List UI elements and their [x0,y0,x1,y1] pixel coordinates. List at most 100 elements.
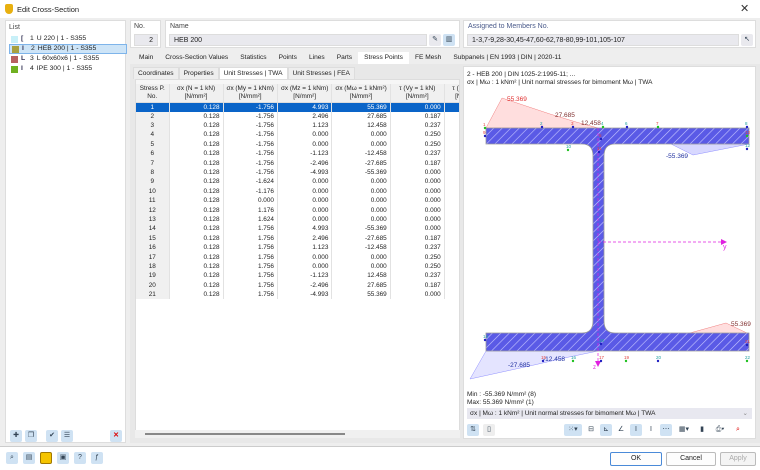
table-row[interactable]: 90.128-1.6240.0000.0000.000 [136,177,460,186]
section-icon[interactable]: ▯ [483,424,495,436]
tab-parts[interactable]: Parts [331,52,358,64]
cell[interactable]: -1.756 [223,149,277,158]
cell[interactable]: 0.128 [169,187,223,196]
principal-axes-icon[interactable]: ∠ [615,424,627,436]
stress-point-number[interactable]: 18 [136,262,169,271]
cell[interactable]: 55.369 [332,102,390,112]
stress-point-number[interactable]: 11 [136,196,169,205]
tab-lines[interactable]: Lines [303,52,331,64]
tab-points[interactable]: Points [273,52,303,64]
grid-icon[interactable]: ▦▾ [675,424,693,436]
cell[interactable] [444,168,460,177]
cell[interactable]: 0.128 [169,271,223,280]
list-item[interactable]: [1U 220 | 1 - S355 [9,34,127,44]
library-icon[interactable]: ▥ [443,34,455,46]
table-row[interactable]: 210.1281.756-4.99355.3690.000 [136,290,460,299]
assigned-members-field[interactable]: 1-3,7-9,28-30,45-47,60-62,78-80,99-101,1… [467,34,739,46]
name-field[interactable]: HEB 200 [169,34,427,46]
cell[interactable]: 0.128 [169,149,223,158]
cell[interactable] [444,205,460,214]
cell[interactable]: 27.685 [332,112,390,121]
cell[interactable] [444,177,460,186]
cell[interactable] [444,252,460,261]
cell[interactable]: 0.000 [277,205,331,214]
list-item[interactable]: I2HEB 200 | 1 - S355 [9,44,127,54]
cell[interactable] [444,140,460,149]
result-type-dropdown[interactable]: σx | Mω : 1 kNm² | Unit normal stresses … [467,408,752,419]
ok-button[interactable]: OK [610,452,662,466]
cell[interactable]: -1.624 [223,177,277,186]
stress-point-number[interactable]: 12 [136,205,169,214]
points-display-icon[interactable]: ⁙▾ [564,424,582,436]
stress-point-number[interactable]: 1 [136,102,169,112]
cell[interactable]: -2.496 [277,281,331,290]
cancel-button[interactable]: Cancel [666,452,716,466]
stress-point-number[interactable]: 7 [136,158,169,167]
cell[interactable]: 0.000 [390,168,444,177]
cell[interactable]: 0.128 [169,252,223,261]
cell[interactable]: 0.000 [277,140,331,149]
cell[interactable] [444,281,460,290]
stress-point-number[interactable]: 13 [136,215,169,224]
table-row[interactable]: 130.1281.6240.0000.0000.000 [136,215,460,224]
table-row[interactable]: 120.1281.1760.0000.0000.000 [136,205,460,214]
table-row[interactable]: 100.128-1.1760.0000.0000.000 [136,187,460,196]
cell[interactable]: -1.123 [277,149,331,158]
cell[interactable] [444,234,460,243]
table-row[interactable]: 70.128-1.756-2.496-27.6850.187 [136,158,460,167]
stress-point-number[interactable]: 6 [136,149,169,158]
tab-main[interactable]: Main [133,52,159,64]
reset-zoom-icon[interactable]: ⌕ [732,424,744,436]
cell[interactable]: 0.128 [169,290,223,299]
cell[interactable]: 0.000 [390,102,444,112]
subtab-coordinates[interactable]: Coordinates [133,67,179,79]
table-row[interactable]: 80.128-1.756-4.993-55.3690.000 [136,168,460,177]
cell[interactable]: -12.458 [332,149,390,158]
cell[interactable]: 0.000 [390,187,444,196]
stress-point-number[interactable]: 21 [136,290,169,299]
cell[interactable] [444,102,460,112]
table-row[interactable]: 10.128-1.7564.99355.3690.000 [136,102,460,112]
cell[interactable]: 1.624 [223,215,277,224]
cell[interactable]: 0.000 [332,177,390,186]
axes-icon[interactable]: ⊾ [600,424,612,436]
cell[interactable]: 0.237 [390,271,444,280]
delete-icon[interactable]: ✕ [110,430,122,442]
cell[interactable]: 1.123 [277,121,331,130]
cell[interactable]: 0.128 [169,196,223,205]
cell[interactable]: 0.000 [390,224,444,233]
cell[interactable]: -1.123 [277,271,331,280]
tab-stress-points[interactable]: Stress Points [358,52,409,64]
apply-button[interactable]: Apply [720,452,756,466]
cell[interactable]: 0.128 [169,158,223,167]
tab-statistics[interactable]: Statistics [234,52,272,64]
cell[interactable]: 0.237 [390,121,444,130]
cell[interactable]: -55.369 [332,168,390,177]
cell[interactable] [444,262,460,271]
cell[interactable]: 0.000 [332,130,390,139]
table-row[interactable]: 160.1281.7561.123-12.4580.237 [136,243,460,252]
cell[interactable]: -27.685 [332,234,390,243]
cell[interactable] [444,271,460,280]
uncheck-icon[interactable]: ☰ [61,430,73,442]
stress-point-number[interactable]: 15 [136,234,169,243]
cell[interactable]: 1.756 [223,290,277,299]
subtab-unit-stresses-twa[interactable]: Unit Stresses | TWA [219,67,288,79]
stress-point-number[interactable]: 10 [136,187,169,196]
cell[interactable]: -55.369 [332,224,390,233]
cell[interactable]: 55.369 [332,290,390,299]
cell[interactable]: 0.187 [390,112,444,121]
cell[interactable]: 0.000 [277,177,331,186]
table-row[interactable]: 20.128-1.7562.49627.6850.187 [136,112,460,121]
cell[interactable]: -1.756 [223,102,277,112]
cell[interactable]: 1.756 [223,234,277,243]
cell[interactable] [444,121,460,130]
cell[interactable]: 0.250 [390,140,444,149]
list-item[interactable]: L3L 60x60x6 | 1 - S355 [9,54,127,64]
cell[interactable]: 0.187 [390,281,444,290]
stress-point-number[interactable]: 3 [136,121,169,130]
cell[interactable] [444,158,460,167]
table-row[interactable]: 40.128-1.7560.0000.0000.250 [136,130,460,139]
cell[interactable]: 0.000 [390,215,444,224]
cell[interactable]: 0.128 [169,102,223,112]
